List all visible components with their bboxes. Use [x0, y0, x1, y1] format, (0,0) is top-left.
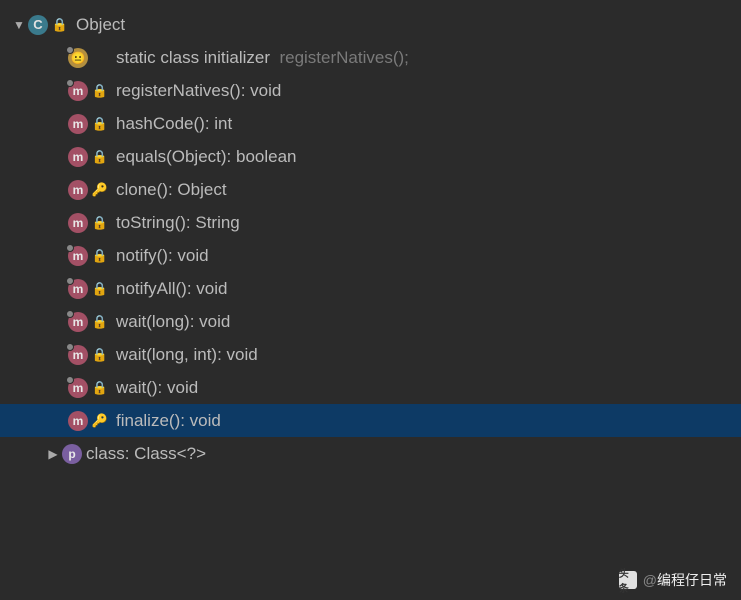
private-lock-icon: 🔒 — [92, 83, 108, 99]
member-label: notifyAll(): void — [116, 279, 227, 299]
member-label: equals(Object): boolean — [116, 147, 297, 167]
member-dim-label: registerNatives(); — [270, 48, 409, 68]
member-label: registerNatives(): void — [116, 81, 281, 101]
initializer-icon: 😐 — [68, 48, 88, 68]
tree-member-row[interactable]: 😐 static class initializer registerNative… — [0, 41, 741, 74]
watermark-at: @ — [643, 572, 657, 588]
lock-icon: 🔒 — [92, 248, 108, 264]
member-label: toString(): String — [116, 213, 240, 233]
tree-root-row[interactable]: ▼ C 🔒 Object — [0, 8, 741, 41]
member-label: wait(long, int): void — [116, 345, 258, 365]
tree-member-row[interactable]: m🔒 equals(Object): boolean — [0, 140, 741, 173]
member-label: static class initializer — [116, 48, 270, 68]
class-icon: C — [28, 15, 48, 35]
method-icon: m — [68, 246, 88, 266]
native-overlay-icon — [66, 244, 74, 252]
expand-arrow-icon[interactable]: ▶ — [44, 447, 62, 461]
member-label: hashCode(): int — [116, 114, 232, 134]
watermark-name: 编程仔日常 — [657, 572, 727, 588]
class-name-label: Object — [76, 15, 125, 35]
lock-icon: 🔒 — [92, 149, 108, 165]
lock-icon: 🔒 — [92, 347, 108, 363]
watermark-logo: 头条 — [619, 571, 637, 589]
method-icon: m — [68, 345, 88, 365]
member-label: finalize(): void — [116, 411, 221, 431]
expand-arrow-icon[interactable]: ▼ — [10, 18, 28, 32]
member-label: wait(long): void — [116, 312, 230, 332]
lock-icon: 🔒 — [52, 17, 68, 33]
tree-member-row[interactable]: m🔒 notifyAll(): void — [0, 272, 741, 305]
tree-member-row[interactable]: m🔒 toString(): String — [0, 206, 741, 239]
method-icon: m — [68, 81, 88, 101]
method-icon: m — [68, 312, 88, 332]
member-label: clone(): Object — [116, 180, 227, 200]
native-overlay-icon — [66, 46, 74, 54]
tree-member-row[interactable]: m🔒 notify(): void — [0, 239, 741, 272]
lock-icon: 🔒 — [92, 314, 108, 330]
method-icon: m — [68, 378, 88, 398]
tree-member-row[interactable]: m🔑 clone(): Object — [0, 173, 741, 206]
tree-member-row[interactable]: m🔒 wait(long, int): void — [0, 338, 741, 371]
native-overlay-icon — [66, 343, 74, 351]
method-icon: m — [68, 180, 88, 200]
method-icon: m — [68, 411, 88, 431]
lock-icon: 🔒 — [92, 116, 108, 132]
members-list: 😐 static class initializer registerNative… — [0, 41, 741, 437]
watermark: 头条 @编程仔日常 — [619, 570, 727, 590]
tree-member-row[interactable]: m🔑 finalize(): void — [0, 404, 741, 437]
native-overlay-icon — [66, 376, 74, 384]
tree-member-row[interactable]: m🔒 wait(long): void — [0, 305, 741, 338]
lock-icon: 🔒 — [92, 215, 108, 231]
method-icon: m — [68, 279, 88, 299]
native-overlay-icon — [66, 79, 74, 87]
property-label: class: Class<?> — [86, 444, 206, 464]
lock-icon: 🔒 — [92, 281, 108, 297]
key-icon: 🔑 — [92, 182, 108, 198]
member-label: wait(): void — [116, 378, 198, 398]
key-icon: 🔑 — [92, 413, 108, 429]
native-overlay-icon — [66, 277, 74, 285]
property-icon: p — [62, 444, 82, 464]
member-label: notify(): void — [116, 246, 209, 266]
tree-member-row[interactable]: m🔒 registerNatives(): void — [0, 74, 741, 107]
native-overlay-icon — [66, 310, 74, 318]
tree-member-row[interactable]: m🔒 hashCode(): int — [0, 107, 741, 140]
tree-sub-row[interactable]: ▶ p class: Class<?> — [0, 437, 741, 470]
lock-icon: 🔒 — [92, 380, 108, 396]
method-icon: m — [68, 147, 88, 167]
tree-member-row[interactable]: m🔒 wait(): void — [0, 371, 741, 404]
method-icon: m — [68, 213, 88, 233]
method-icon: m — [68, 114, 88, 134]
structure-tree: ▼ C 🔒 Object 😐 static class initializer r… — [0, 0, 741, 470]
